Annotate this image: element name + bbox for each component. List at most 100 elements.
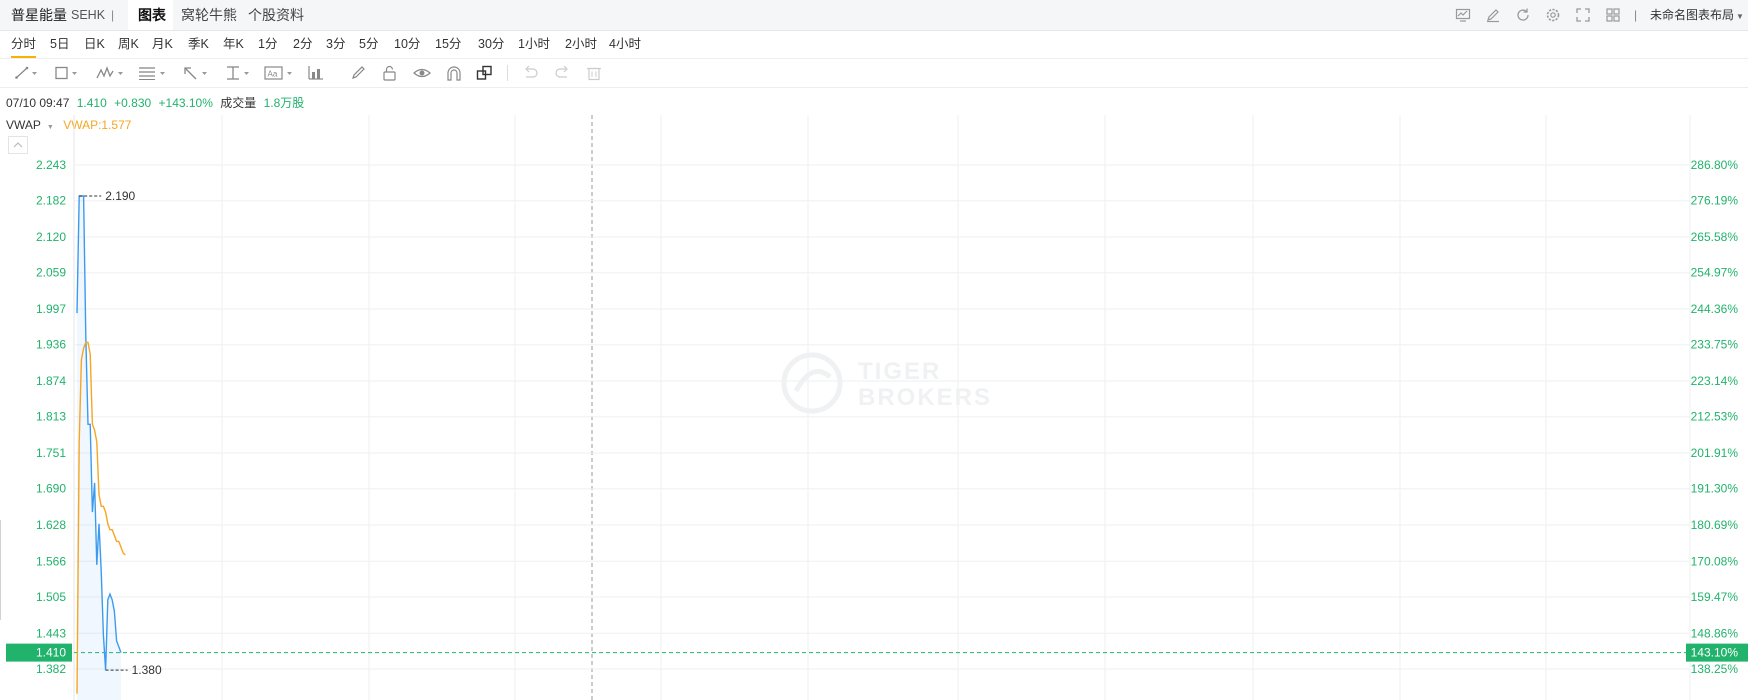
drawing-icon[interactable]: [1483, 5, 1503, 25]
redo-icon[interactable]: [553, 59, 571, 87]
period-15[interactable]: 2小时: [565, 30, 597, 58]
vwap-line: [76, 341, 126, 694]
lock-icon[interactable]: [381, 59, 399, 87]
y-tick-left: 1.505: [36, 590, 66, 604]
price-line: [76, 195, 122, 671]
top-bar: 普星能量 SEHK | 图表 窝轮牛熊 个股资料 | 未命名图表布局 ▼: [0, 0, 1748, 31]
settings-icon[interactable]: [1543, 5, 1563, 25]
period-selector: 分时 5日 日K 周K 月K 季K 年K 1分 2分 3分 5分 10分 15分 30分 1小时 2小时 4小时: [0, 30, 1748, 59]
y-tick-right: 170.08%: [1691, 554, 1739, 568]
line-tool-icon[interactable]: [14, 59, 38, 87]
chevron-down-icon: ▼: [1736, 12, 1744, 21]
arrow-tool-icon[interactable]: [182, 59, 208, 87]
period-9[interactable]: 3分: [326, 30, 345, 58]
price-area: [77, 196, 121, 700]
period-3[interactable]: 周K: [118, 30, 139, 58]
period-16[interactable]: 4小时: [609, 30, 641, 58]
layout-name-button[interactable]: 未命名图表布局 ▼: [1650, 0, 1744, 32]
y-tick-left: 1.628: [36, 518, 66, 532]
layout-name: 未命名图表布局: [1650, 8, 1735, 22]
period-12[interactable]: 15分: [435, 30, 461, 58]
watermark-text-1: TIGER: [858, 358, 941, 385]
y-tick-left: 1.813: [36, 410, 66, 424]
y-tick-right: 180.69%: [1691, 518, 1739, 532]
svg-text:Aa: Aa: [268, 70, 278, 79]
tab-chart[interactable]: 图表: [138, 0, 166, 30]
period-8[interactable]: 2分: [293, 30, 312, 58]
indicator-icon[interactable]: [1453, 5, 1473, 25]
watermark-logo-stripe: [793, 368, 832, 393]
undo-icon[interactable]: [522, 59, 540, 87]
tab-profile[interactable]: 个股资料: [248, 0, 304, 30]
period-11[interactable]: 10分: [394, 30, 420, 58]
overlap-icon[interactable]: [476, 59, 494, 87]
y-tick-left: 1.751: [36, 446, 66, 460]
y-tick-left: 1.566: [36, 554, 66, 568]
period-2[interactable]: 日K: [84, 30, 105, 58]
chevron-up-icon: [13, 142, 23, 148]
quote-price: 1.410: [76, 96, 107, 110]
period-0[interactable]: 分时: [11, 30, 37, 58]
layout-grid-icon[interactable]: [1603, 5, 1623, 25]
current-pct-badge: [1686, 643, 1748, 662]
volume-value: 1.8万股: [263, 96, 305, 110]
y-tick-right: 138.25%: [1691, 662, 1739, 676]
refresh-icon[interactable]: [1513, 5, 1533, 25]
collapse-indicator-button[interactable]: [8, 136, 28, 154]
y-tick-left: 1.874: [36, 374, 66, 388]
y-tick-left: 2.120: [36, 230, 66, 244]
y-tick-right: 254.97%: [1691, 266, 1739, 280]
quote-info: 07/10 09:47 1.410 +0.830 +143.10% 成交量 1.…: [6, 94, 304, 111]
tab-warrants[interactable]: 窝轮牛熊: [181, 0, 237, 30]
text-tool-icon[interactable]: Aa: [264, 59, 294, 87]
indicator-name: VWAP: [6, 118, 41, 132]
current-price-badge: [6, 643, 72, 662]
y-tick-right: 223.14%: [1691, 374, 1739, 388]
rectangle-tool-icon[interactable]: [54, 59, 78, 87]
y-tick-right: 201.91%: [1691, 446, 1739, 460]
indicator-legend: VWAP ▼ VWAP:1.577: [6, 118, 131, 132]
current-pct-label: 143.10%: [1691, 646, 1739, 660]
y-tick-right: 212.53%: [1691, 410, 1739, 424]
volume-label: 成交量: [220, 96, 257, 110]
y-tick-left: 1.382: [36, 662, 66, 676]
header-separator-right: |: [1634, 8, 1638, 22]
period-7[interactable]: 1分: [258, 30, 277, 58]
y-tick-right: 233.75%: [1691, 338, 1739, 352]
y-tick-left: 2.059: [36, 266, 66, 280]
watermark-logo: [781, 352, 843, 414]
y-tick-left: 2.243: [36, 158, 66, 172]
fullscreen-icon[interactable]: [1573, 5, 1593, 25]
exchange-code: SEHK: [71, 8, 106, 22]
pen-icon[interactable]: [350, 59, 368, 87]
wave-tool-icon[interactable]: [96, 59, 124, 87]
y-tick-right: 276.19%: [1691, 194, 1739, 208]
y-tick-left: 1.997: [36, 302, 66, 316]
period-14[interactable]: 1小时: [518, 30, 550, 58]
period-6[interactable]: 年K: [223, 30, 244, 58]
y-tick-right: 191.30%: [1691, 482, 1739, 496]
period-4[interactable]: 月K: [152, 30, 173, 58]
period-13[interactable]: 30分: [478, 30, 504, 58]
y-tick-right: 159.47%: [1691, 590, 1739, 604]
fib-tool-icon[interactable]: [138, 59, 166, 87]
magnet-icon[interactable]: [445, 59, 463, 87]
quote-datetime: 07/10 09:47: [6, 96, 70, 110]
indicator-value: VWAP:1.577: [63, 118, 132, 132]
period-10[interactable]: 5分: [359, 30, 378, 58]
quote-change: +0.830: [114, 96, 152, 110]
y-tick-right: 148.86%: [1691, 626, 1739, 640]
stock-name: 普星能量: [11, 7, 67, 23]
y-tick-left: 2.182: [36, 194, 66, 208]
y-tick-left: 1.443: [36, 626, 66, 640]
indicator-name-button[interactable]: VWAP ▼: [6, 118, 54, 132]
y-tick-left: 1.936: [36, 338, 66, 352]
period-5[interactable]: 季K: [188, 30, 209, 58]
period-1[interactable]: 5日: [50, 30, 69, 58]
y-tick-right: 286.80%: [1691, 158, 1739, 172]
measure-tool-icon[interactable]: [224, 59, 250, 87]
trash-icon[interactable]: [585, 59, 603, 87]
chevron-down-icon: ▼: [46, 124, 54, 131]
bars-tool-icon[interactable]: [307, 59, 325, 87]
eye-icon[interactable]: [413, 59, 431, 87]
